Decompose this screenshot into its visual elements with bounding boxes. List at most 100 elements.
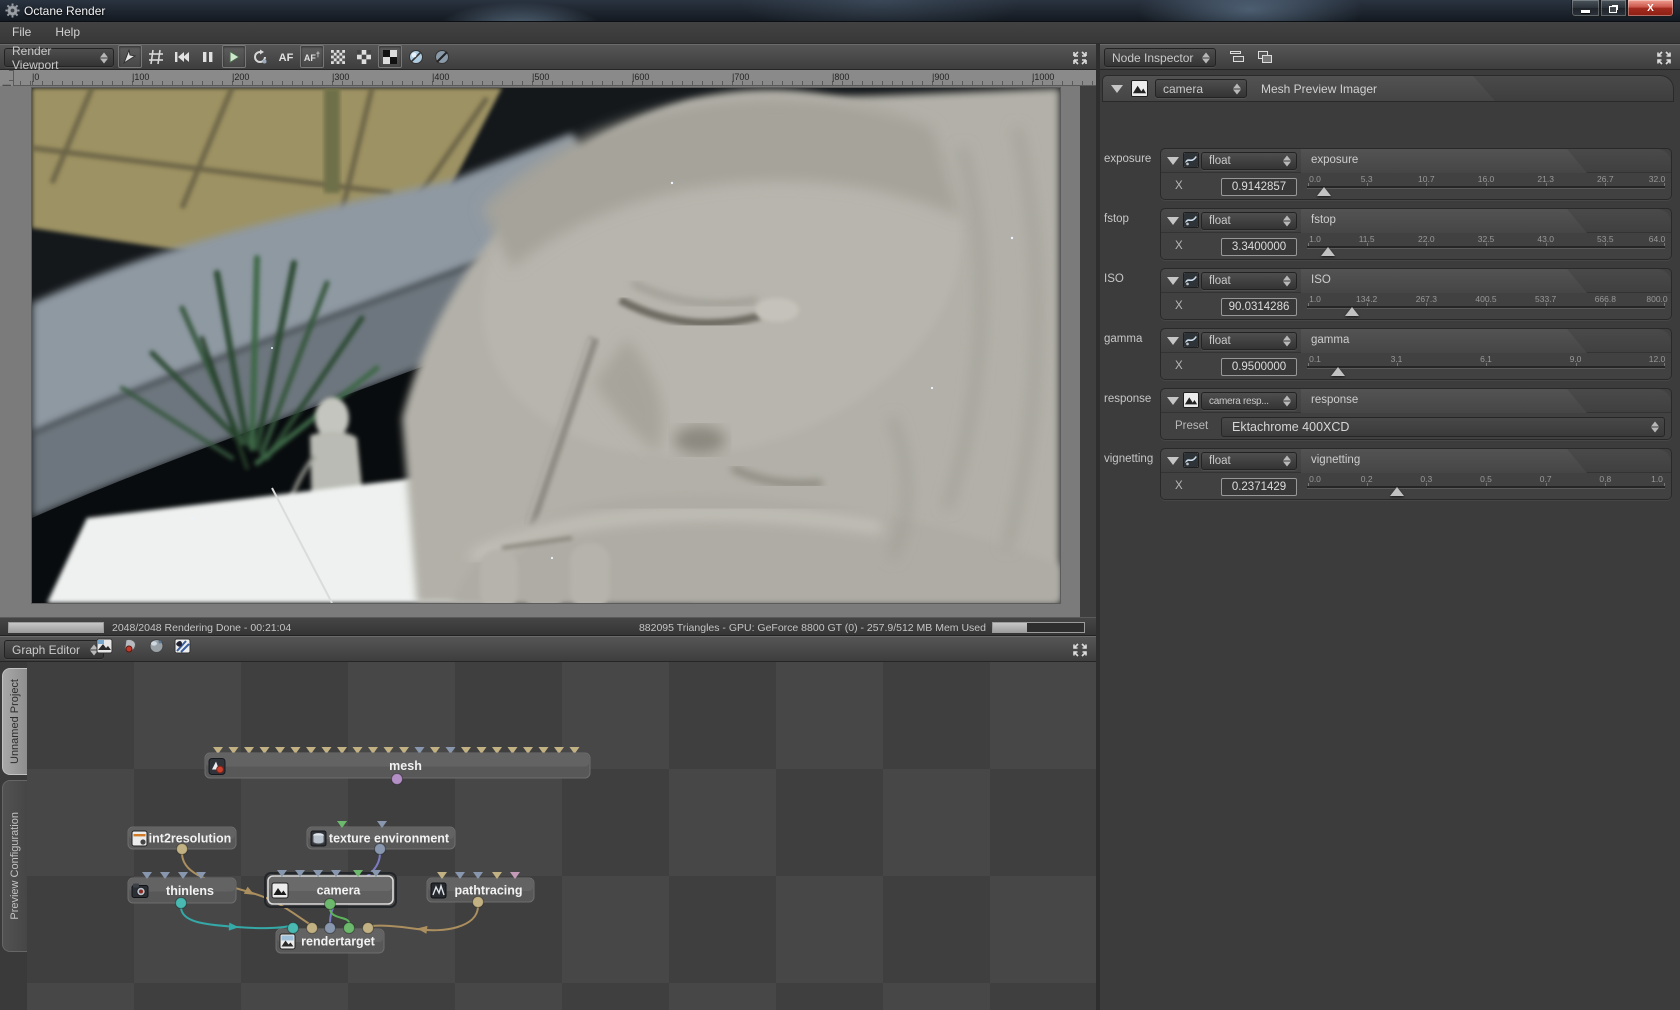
side-tab-preview-configuration[interactable]: Preview Configuration (2, 780, 27, 952)
restart-button[interactable] (170, 45, 194, 68)
preset-select[interactable]: Ektachrome 400XCD (1221, 417, 1665, 437)
ruler-h-label-0: |0 (32, 72, 40, 82)
param-type-dropdown-exposure[interactable]: float (1201, 152, 1297, 170)
mesh-output-pin-icon[interactable] (391, 773, 403, 785)
component-label: X (1175, 360, 1183, 372)
close-button[interactable]: X (1627, 0, 1674, 17)
param-type-dropdown-vignetting[interactable]: float (1201, 452, 1297, 470)
spinner-icon[interactable] (1651, 421, 1660, 433)
param-value-iso[interactable]: 90.0314286 (1221, 298, 1297, 316)
param-value-vignetting[interactable]: 0.2371429 (1221, 478, 1297, 496)
param-value-fstop[interactable]: 3.3400000 (1221, 238, 1297, 256)
refresh-button[interactable] (248, 45, 272, 68)
spinner-icon[interactable] (1283, 455, 1292, 467)
side-tab-unnamed-project[interactable]: Unnamed Project (2, 668, 27, 775)
lens-on-button[interactable] (404, 45, 428, 68)
checker-fine-button[interactable] (326, 45, 350, 68)
menu-item-help[interactable]: Help (43, 22, 92, 43)
rendertarget-input-pin-icon[interactable] (343, 922, 355, 934)
minimize-button[interactable] (1571, 0, 1600, 17)
menu-item-file[interactable]: File (0, 22, 43, 43)
pick-tool-button[interactable] (118, 45, 142, 68)
collapse-triangle-icon[interactable] (1167, 457, 1179, 465)
param-type-dropdown-iso[interactable]: float (1201, 272, 1297, 290)
collapse-triangle-icon[interactable] (1167, 157, 1179, 165)
slider-thumb[interactable] (1331, 367, 1346, 376)
node-type-dropdown[interactable]: camera (1155, 79, 1247, 98)
graph-editor-dropdown[interactable]: Graph Editor (4, 640, 104, 659)
horizontal-ruler: |0 |100 |200 |300 |400 |500 |600 |700 |800 |900 |1… (14, 70, 1096, 86)
rendertarget-input-pin-icon[interactable] (287, 922, 299, 934)
graph-node-texenv[interactable]: texture environment (306, 821, 456, 855)
graph-node-mesh[interactable]: mesh (204, 752, 591, 785)
spinner-icon[interactable] (1283, 335, 1292, 347)
param-name-vignetting: vignetting (1311, 454, 1361, 466)
thinlens-output-pin-icon[interactable] (175, 897, 187, 909)
int2resolution-output-pin-icon[interactable] (176, 843, 188, 855)
autofocus-button[interactable]: AF (274, 45, 298, 68)
rendertarget-input-pin-icon[interactable] (306, 922, 318, 934)
collapse-triangle-icon[interactable] (1167, 397, 1179, 405)
spinner-icon[interactable] (1283, 215, 1292, 227)
param-type-dropdown-gamma[interactable]: float (1201, 332, 1297, 350)
param-slider-fstop[interactable]: 1.0 11.5 22.0 32.5 43.0 53.5 64.0 (1307, 233, 1665, 261)
autofocus-pick-button[interactable]: AF† (300, 45, 324, 68)
slider-thumb[interactable] (1389, 487, 1404, 496)
collapse-triangle-icon[interactable] (1167, 337, 1179, 345)
pick-tool-icon (122, 48, 138, 65)
node-inspector-dropdown[interactable]: Node Inspector (1104, 48, 1216, 67)
ruler-h-label-200: |200 (232, 72, 250, 82)
compare-icon (383, 49, 397, 64)
slider-thumb[interactable] (1317, 187, 1332, 196)
slider-tick-label: 1.0 (1309, 294, 1321, 304)
compare-button[interactable] (378, 45, 402, 68)
pathtracing-output-pin-icon[interactable] (472, 896, 484, 908)
spinner-icon[interactable] (1283, 155, 1292, 167)
spinner-icon[interactable] (1283, 395, 1292, 407)
save-render-button[interactable] (119, 638, 141, 659)
collapse-triangle-icon[interactable] (1167, 277, 1179, 285)
viewport-mode-dropdown[interactable]: Render Viewport (4, 44, 114, 72)
param-type-dropdown-response[interactable]: camera resp... (1201, 392, 1297, 410)
param-gutter-label-iso: ISO (1104, 273, 1124, 285)
new-image-button[interactable] (93, 638, 115, 659)
expand-viewport-icon[interactable] (1072, 51, 1088, 65)
collapse-triangle-icon[interactable] (1167, 217, 1179, 225)
render-image[interactable] (32, 88, 1060, 603)
orb-button[interactable] (145, 638, 167, 659)
node-inspector-panel: Node Inspector camera Mesh Preview Image… (1100, 44, 1680, 1010)
lens-off-button[interactable] (430, 45, 454, 68)
param-slider-iso[interactable]: 1.0 134.2 267.3 400.5 533.7 666.8 800.0 (1307, 293, 1668, 321)
param-type-dropdown-fstop[interactable]: float (1201, 212, 1297, 230)
rendertarget-input-pin-icon[interactable] (362, 922, 374, 934)
expand-graph-icon[interactable] (1072, 643, 1088, 657)
collapse-all-icon[interactable] (1230, 51, 1245, 63)
restore-button[interactable] (1600, 0, 1627, 17)
param-slider-exposure[interactable]: 0.0 5.3 10.7 16.0 21.3 26.7 32.0 (1307, 173, 1665, 201)
spinner-icon[interactable] (1202, 52, 1211, 63)
pause-button[interactable] (196, 45, 220, 68)
rendertarget-input-pin-icon[interactable] (324, 922, 336, 934)
slider-thumb[interactable] (1320, 247, 1335, 256)
slider-thumb[interactable] (1344, 307, 1359, 316)
texenv-output-pin-icon[interactable] (374, 843, 386, 855)
play-button[interactable] (222, 45, 246, 68)
node-graph-canvas[interactable]: mesh int2resolution texture environment thi… (27, 662, 1096, 1010)
float-node-icon (1183, 272, 1199, 288)
spinner-icon[interactable] (100, 52, 109, 63)
param-value-exposure[interactable]: 0.9142857 (1221, 178, 1297, 196)
expand-all-icon[interactable] (1258, 51, 1273, 63)
region-tool-button[interactable] (144, 45, 168, 68)
param-slider-vignetting[interactable]: 0.0 0.2 0.3 0.5 0.7 0.8 1.0 (1307, 473, 1665, 501)
param-slider-gamma[interactable]: 0.1 3.1 6.1 9.0 12.0 (1307, 353, 1665, 381)
checker-coarse-button[interactable] (352, 45, 376, 68)
expand-inspector-icon[interactable] (1656, 51, 1672, 65)
collapse-triangle-icon[interactable] (1111, 85, 1123, 93)
spinner-icon[interactable] (1283, 275, 1292, 287)
param-value-gamma[interactable]: 0.9500000 (1221, 358, 1297, 376)
materials-button[interactable] (171, 638, 193, 659)
spinner-icon[interactable] (1233, 83, 1242, 94)
viewport-title: Render Viewport (12, 43, 59, 72)
camera-output-pin-icon[interactable] (324, 898, 336, 910)
param-name-exposure: exposure (1311, 154, 1359, 166)
